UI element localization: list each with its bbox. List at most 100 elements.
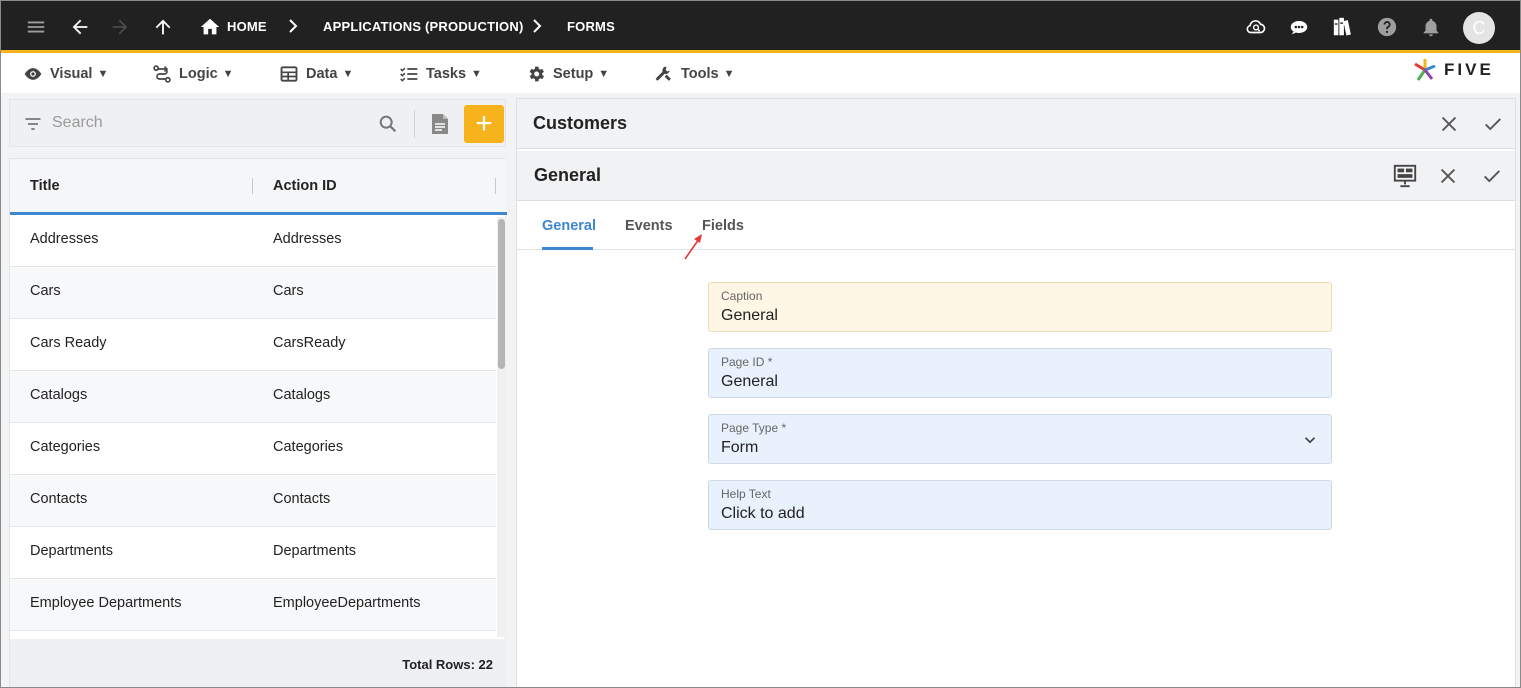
table-row[interactable]: Cars Cars [10,267,496,319]
up-arrow-icon[interactable] [150,14,176,40]
check-icon [1485,118,1501,131]
list-footer: Total Rows: 22 [10,639,507,687]
caret-down-icon: ▼ [342,68,354,80]
row-title: Departments [30,543,114,559]
page-header: General [517,151,1515,201]
row-title: Cars [30,283,61,299]
menu-logic-label: Logic [179,66,218,82]
tasks-icon [400,67,418,82]
books-icon[interactable] [1330,14,1356,40]
chevron-down-icon[interactable] [1301,431,1319,449]
caret-down-icon: ▼ [97,68,109,80]
row-action-id: Catalogs [273,387,331,403]
breadcrumb-home[interactable]: HOME [227,19,267,34]
menu-data[interactable]: Data ▼ [279,63,353,85]
scrollbar-thumb[interactable] [498,219,505,369]
search-icon[interactable] [377,113,399,135]
search-bar: + [9,99,506,147]
preview-button[interactable] [1391,162,1419,190]
notification-bell-icon[interactable] [1418,14,1444,40]
caret-down-icon: ▼ [723,68,735,80]
caption-value: General [721,307,778,324]
tab-fields[interactable]: Fields [702,218,744,234]
list-header: Title Action ID [10,159,507,215]
top-bar: HOME APPLICATIONS (PRODUCTION) FORMS C [1,1,1520,53]
page-title: General [534,165,602,185]
logo-text: FIVE [1444,60,1494,79]
column-resize-handle[interactable] [495,178,496,194]
row-action-id: Cars [273,283,304,299]
five-logo: FIVE [1412,57,1502,83]
gear-icon [529,66,544,82]
hamburger-menu-icon[interactable] [23,14,49,40]
tab-bar: General Events Fields [517,202,1515,250]
caption-field[interactable]: Caption General [708,282,1332,332]
cloud-search-icon[interactable] [1243,14,1269,40]
search-input[interactable] [52,112,362,134]
table-row[interactable]: Catalogs Catalogs [10,371,496,423]
active-tab-indicator [542,247,593,250]
menu-logic[interactable]: Logic ▼ [152,63,234,85]
page-id-field[interactable]: Page ID * General [708,348,1332,398]
column-resize-handle[interactable] [252,178,253,194]
close-icon [1440,168,1456,184]
menu-tasks[interactable]: Tasks ▼ [399,63,482,85]
annotation-arrow-icon [684,234,702,260]
chevron-right-icon [533,19,542,33]
form-panel: Customers General General Events Fields [516,98,1516,687]
row-title: Contacts [30,491,88,507]
table-row[interactable]: Departments Departments [10,527,496,579]
row-title: Cars Ready [30,335,107,351]
menu-setup[interactable]: Setup ▼ [526,63,609,85]
back-arrow-icon[interactable] [67,14,93,40]
forward-arrow-icon[interactable] [107,14,133,40]
home-icon[interactable] [197,14,223,40]
menu-visual[interactable]: Visual ▼ [23,63,108,85]
table-row[interactable]: Contacts Contacts [10,475,496,527]
search-divider [414,110,415,138]
table-row[interactable]: Employee Departments EmployeeDepartments [10,579,496,631]
close-record-button[interactable] [1437,112,1461,136]
eye-icon [24,68,42,80]
table-row[interactable]: Categories Categories [10,423,496,475]
help-text-value: Click to add [721,505,805,522]
menu-setup-label: Setup [553,66,594,82]
help-icon[interactable] [1374,14,1400,40]
menu-visual-label: Visual [50,66,93,82]
close-page-button[interactable] [1436,164,1460,188]
save-record-button[interactable] [1481,112,1505,136]
page-type-value: Form [721,439,759,456]
row-title: Addresses [30,231,99,247]
row-action-id: EmployeeDepartments [273,595,421,611]
page-type-select[interactable]: Page Type * Form [708,414,1332,464]
row-action-id: Departments [273,543,357,559]
row-title: Categories [30,439,101,455]
help-text-label: Help Text [721,487,771,501]
row-action-id: Contacts [273,491,331,507]
breadcrumb-forms[interactable]: FORMS [567,19,615,34]
document-icon[interactable] [429,112,451,136]
tab-general[interactable]: General [542,218,596,234]
chat-bot-icon[interactable] [1286,14,1312,40]
page-type-label: Page Type * [721,421,787,435]
user-avatar[interactable]: C [1463,12,1495,44]
caption-label: Caption [721,289,763,303]
filter-icon[interactable] [23,114,43,134]
help-text-field[interactable]: Help Text Click to add [708,480,1332,530]
tab-events[interactable]: Events [625,218,673,234]
caret-down-icon: ▼ [222,68,234,80]
column-header-title[interactable]: Title [30,178,60,194]
breadcrumb-applications[interactable]: APPLICATIONS (PRODUCTION) [323,19,523,34]
page-id-value: General [721,373,778,390]
monitor-preview-icon [1393,164,1417,188]
save-page-button[interactable] [1480,164,1504,188]
logic-icon [153,65,171,83]
check-icon [1484,170,1500,183]
column-header-action-id[interactable]: Action ID [273,178,337,194]
menu-tools[interactable]: Tools ▼ [654,63,734,85]
table-row[interactable]: Cars Ready CarsReady [10,319,496,371]
caret-down-icon: ▼ [598,68,610,80]
app-window: HOME APPLICATIONS (PRODUCTION) FORMS C V… [0,0,1521,688]
add-button[interactable]: + [464,105,504,143]
table-row[interactable]: Addresses Addresses [10,215,496,267]
